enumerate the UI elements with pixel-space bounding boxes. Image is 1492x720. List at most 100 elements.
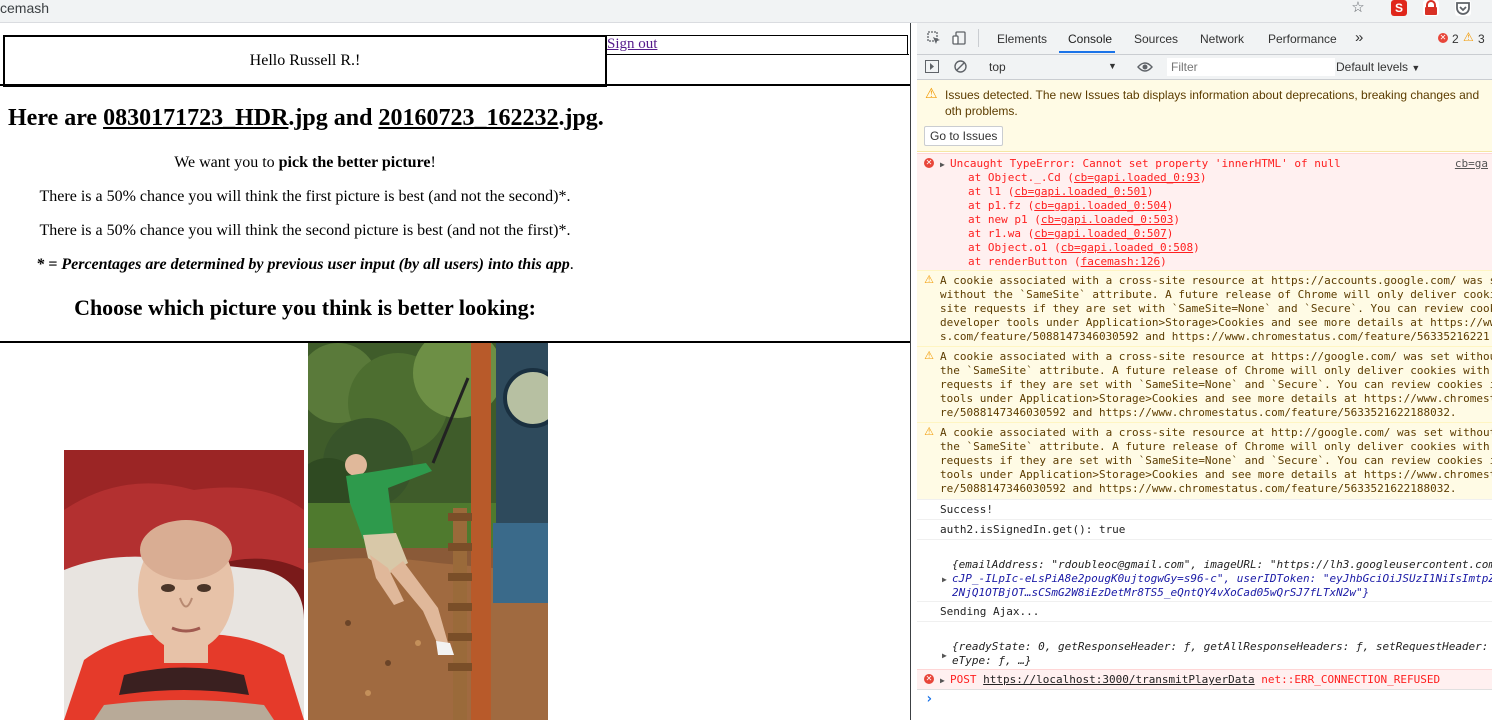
picture-option-1[interactable]	[64, 450, 304, 720]
toolbar-separator	[978, 29, 979, 47]
headline-text: Here are	[8, 105, 104, 131]
stack-frame-fn: at renderButton (	[968, 255, 1081, 268]
expand-triangle-icon[interactable]: ▶	[942, 648, 947, 663]
expand-triangle-icon[interactable]: ▶	[940, 673, 945, 688]
devtools-divider[interactable]	[910, 23, 911, 720]
console-error-post[interactable]: ✕ ▶ POST https://localhost:3000/transmit…	[917, 669, 1492, 689]
picture-option-2[interactable]	[308, 343, 548, 720]
file2-link[interactable]: 20160723_162232	[378, 105, 558, 131]
s-extension-icon[interactable]: S	[1391, 0, 1407, 16]
console-toolbar: top ▼ Default levels ▼	[917, 55, 1492, 80]
webpage: Hello Russell R.! Sign out Here are 0830…	[0, 23, 911, 720]
file1-ext: .jpg	[288, 105, 328, 131]
warning-line: without the `SameSite` attribute. A futu…	[940, 288, 1492, 301]
sign-out-link[interactable]: Sign out	[607, 36, 657, 53]
context-dropdown-icon[interactable]: ▼	[1108, 61, 1117, 71]
greeting-text: Hello Russell R.!	[249, 52, 361, 69]
stack-frame-close: )	[1160, 255, 1167, 268]
post-url-link[interactable]: https://localhost:3000/transmitPlayerDat…	[983, 673, 1255, 686]
clear-console-icon[interactable]	[954, 60, 967, 78]
sidebar-toggle-icon[interactable]	[925, 60, 939, 78]
console-warning-3[interactable]: ⚠ A cookie associated with a cross-site …	[917, 422, 1492, 499]
stack-frame-close: )	[1199, 171, 1207, 184]
chevron-down-icon: ▼	[1411, 63, 1421, 73]
selfie-photo[interactable]	[64, 450, 304, 720]
console-log-success[interactable]: Success!	[917, 499, 1492, 519]
stack-frame-link[interactable]: cb=gapi.loaded_0:503	[1041, 213, 1173, 226]
error-icon: ✕	[924, 674, 934, 684]
object-preview-line: eType: ƒ, …}	[952, 654, 1032, 667]
stack-frame-fn: at l1 (	[968, 185, 1015, 198]
live-expression-eye-icon[interactable]	[1137, 60, 1153, 78]
error-count-icon[interactable]: ✕	[1438, 33, 1448, 43]
stack-frame-link[interactable]: cb=gapi.loaded_0:501	[1014, 185, 1146, 198]
error-count[interactable]: 2	[1452, 32, 1459, 46]
star-icon[interactable]: ☆	[1350, 0, 1366, 16]
browser-toolbar: cemash ☆ S	[0, 0, 1492, 23]
warning-line: A cookie associated with a cross-site re…	[940, 274, 1492, 287]
warning-line: requests if they are set with `SameSite=…	[940, 378, 1492, 391]
context-selector[interactable]: top	[989, 60, 1006, 74]
file1-link[interactable]: 0830171723_HDR	[103, 105, 288, 131]
console-log-xhr-object[interactable]: {readyState: 0, getResponseHeader: ƒ, ge…	[917, 621, 1492, 669]
console-log-user-object[interactable]: {emailAddress: "rdoubleoc@gmail.com", im…	[917, 539, 1492, 601]
tab-network[interactable]: Network	[1200, 32, 1244, 46]
stack-frame: at Object.o1 (cb=gapi.loaded_0:508)	[968, 241, 1200, 255]
stack-frame-link[interactable]: cb=gapi.loaded_0:507	[1034, 227, 1166, 240]
device-toolbar-icon[interactable]	[952, 31, 966, 50]
page-headline: Here are 0830171723_HDR.jpg and 20160723…	[8, 105, 604, 132]
console-error-typeerror[interactable]: ✕ ▶ Uncaught TypeError: Cannot set prope…	[917, 153, 1492, 270]
object-preview-line: 2NjQ1OTBjOT…sCSmG2W8iEzDetMr8TS5_eQntQY4…	[952, 586, 1370, 599]
console-prompt[interactable]: ›	[917, 689, 1492, 720]
go-to-issues-button[interactable]: Go to Issues	[924, 126, 1004, 146]
object-preview-line: {emailAddress: "rdoubleoc@gmail.com", im…	[952, 558, 1492, 571]
tab-performance[interactable]: Performance	[1268, 32, 1337, 46]
tab-sources[interactable]: Sources	[1134, 32, 1178, 46]
stack-frame-fn: at new p1 (	[968, 213, 1041, 226]
log-text: Sending Ajax...	[940, 605, 1040, 618]
console-log-sending[interactable]: Sending Ajax...	[917, 601, 1492, 621]
more-tabs-button[interactable]: »	[1355, 29, 1363, 46]
expand-triangle-icon[interactable]: ▶	[942, 572, 947, 587]
stack-frame-link[interactable]: cb=gapi.loaded_0:504	[1034, 199, 1166, 212]
stack-frame-fn: at r1.wa (	[968, 227, 1035, 240]
choose-heading: Choose which picture you think is better…	[74, 295, 536, 320]
divider-line	[0, 84, 910, 86]
warning-count[interactable]: 3	[1478, 32, 1485, 46]
chance-second: There is a 50% chance you will think the…	[39, 222, 571, 239]
post-error-line: POST https://localhost:3000/transmitPlay…	[950, 673, 1440, 687]
post-error-message: net::ERR_CONNECTION_REFUSED	[1261, 673, 1441, 686]
tab-console[interactable]: Console	[1068, 32, 1112, 46]
warning-line: A cookie associated with a cross-site re…	[940, 350, 1492, 363]
pocket-icon[interactable]	[1455, 0, 1471, 16]
tab-elements[interactable]: Elements	[997, 32, 1047, 46]
object-preview-line: cJP_-ILpIc-eLsPiA8e2pougK0ujtogwGy=s96-c…	[952, 572, 1492, 585]
lock-extension-icon[interactable]	[1423, 0, 1439, 16]
warning-line: tools under Application>Storage>Cookies …	[940, 392, 1492, 405]
log-levels-dropdown[interactable]: Default levels ▼	[1336, 60, 1420, 74]
console-filter-input[interactable]	[1167, 58, 1335, 76]
warning-count-icon[interactable]: ⚠	[1463, 30, 1474, 44]
console-warning-2[interactable]: ⚠ A cookie associated with a cross-site …	[917, 346, 1492, 422]
stack-frame-link[interactable]: cb=gapi.loaded_0:508	[1061, 241, 1193, 254]
headline-end: .	[597, 105, 604, 131]
stack-frame-close: )	[1166, 227, 1174, 240]
tab-title[interactable]: cemash	[0, 0, 49, 16]
error-title: Uncaught TypeError: Cannot set property …	[950, 157, 1341, 170]
prompt-chevron-icon: ›	[925, 691, 934, 707]
inspect-element-icon[interactable]	[927, 31, 941, 50]
stack-frame-link[interactable]: facemash:126	[1081, 255, 1160, 268]
stack-frame-close: )	[1146, 185, 1154, 198]
footnote-text: * = Percentages are determined by previo…	[36, 256, 570, 273]
log-levels-label: Default levels	[1336, 60, 1409, 74]
expand-triangle-icon[interactable]: ▶	[940, 157, 945, 172]
instruction-bold: pick the better picture	[278, 154, 431, 171]
error-source-link[interactable]: cb=ga	[1455, 157, 1488, 171]
devtools-tab-bar: Elements Console Sources Network Perform…	[917, 23, 1492, 55]
stack-frame-link[interactable]: cb=gapi.loaded_0:93	[1074, 171, 1200, 184]
console-log-signed-in[interactable]: auth2.isSignedIn.get(): true	[917, 519, 1492, 539]
playground-photo[interactable]	[308, 343, 548, 720]
devtools-panel: Elements Console Sources Network Perform…	[917, 23, 1492, 720]
console-warning-1[interactable]: ⚠ A cookie associated with a cross-site …	[917, 270, 1492, 346]
issues-message: Issues detected. The new Issues tab disp…	[945, 88, 1480, 118]
